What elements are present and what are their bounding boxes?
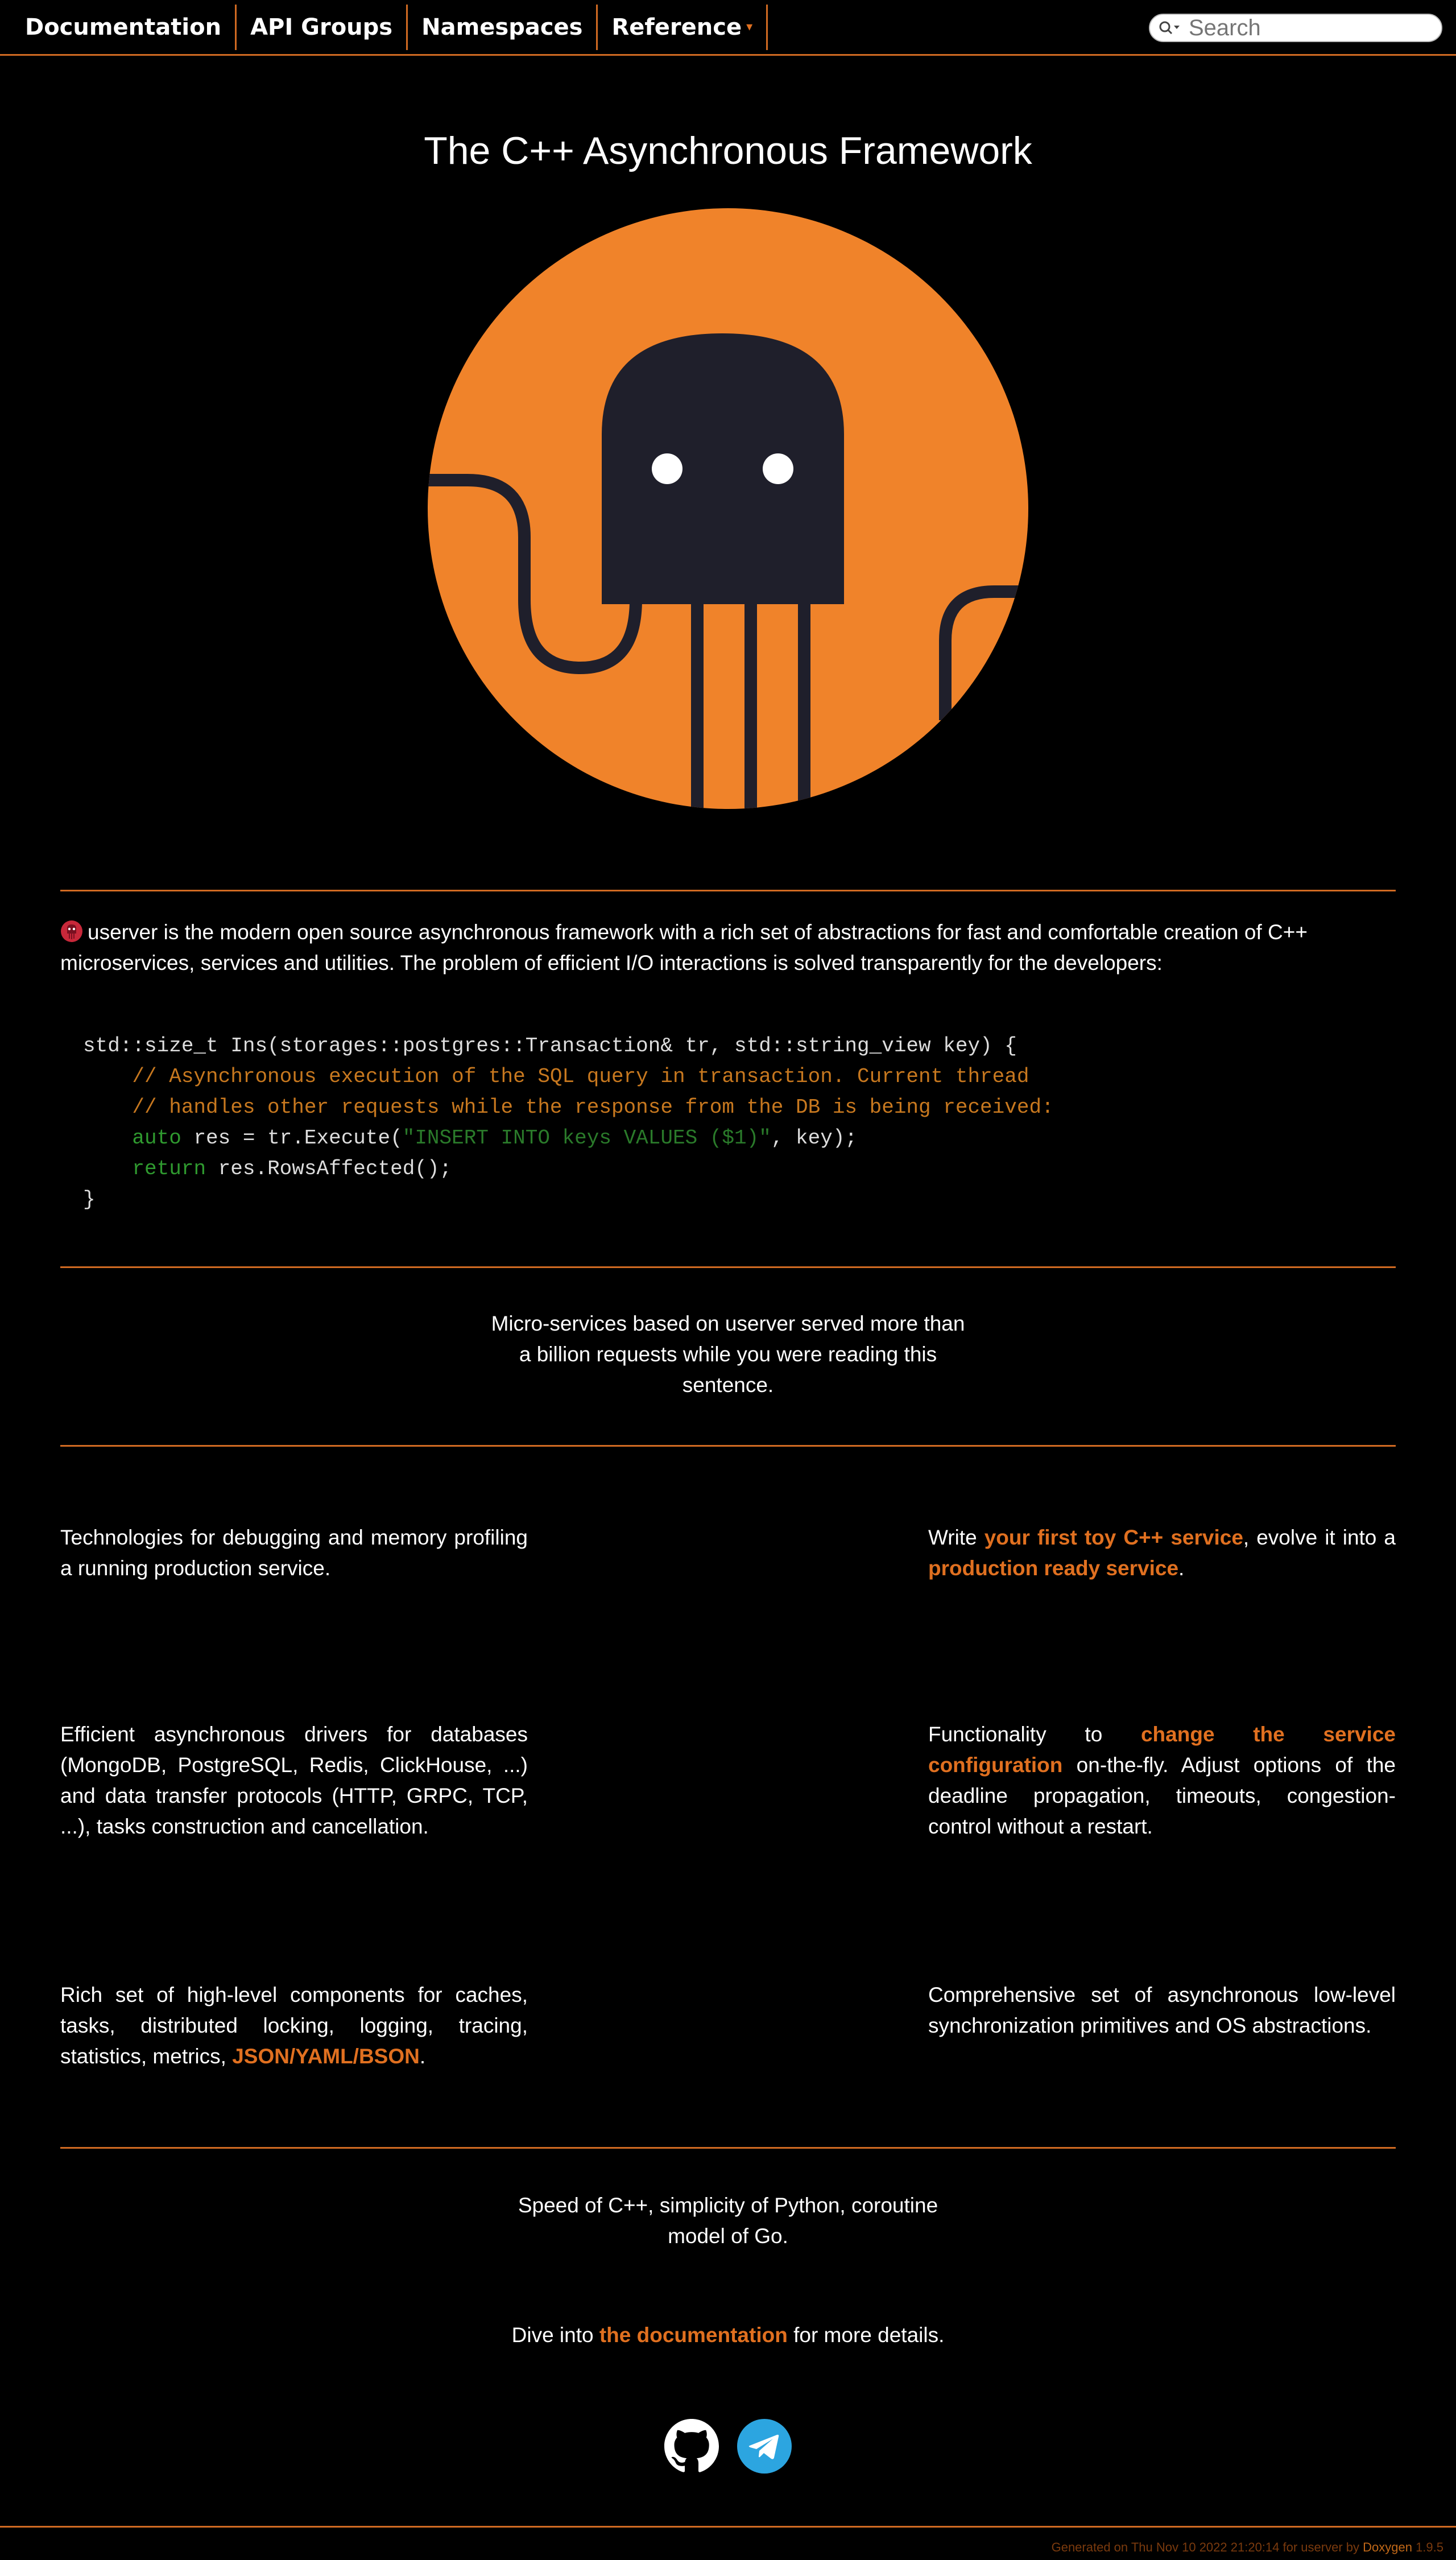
code-line: std::size_t Ins(storages::postgres::Tran… [83,1034,1017,1058]
dive-into-docs: Dive into the documentation for more det… [0,2320,1456,2351]
code-comment: // handles other requests while the resp… [83,1096,1054,1119]
footer-text: Generated on Thu Nov 10 2022 21:20:14 fo… [1052,2540,1443,2555]
code-comment: // Asynchronous execution of the SQL que… [83,1065,1029,1088]
code-keyword: auto [132,1126,181,1150]
github-link[interactable] [664,2419,719,2476]
speed-quote: Speed of C++, simplicity of Python, coro… [0,2190,1456,2252]
nav-reference[interactable]: Reference ▾ [598,4,768,50]
footer-version: 1.9.5 [1412,2540,1443,2554]
feature-components: Rich set of high-level components for ca… [60,1980,528,2072]
feature-text: , evolve it into a [1243,1526,1396,1549]
nav-namespaces[interactable]: Namespaces [408,4,598,50]
quote-line: a billion requests while you were readin… [519,1343,937,1366]
divider [60,890,1396,891]
chevron-down-icon: ▾ [746,20,753,34]
nav-api-groups[interactable]: API Groups [237,4,408,50]
feature-text: . [1178,1556,1185,1580]
json-yaml-bson-link[interactable]: JSON/YAML/BSON [232,2045,420,2068]
feature-sync-primitives: Comprehensive set of asynchronous low-le… [928,1983,1396,2037]
quote-line: Micro-services based on userver served m… [491,1312,965,1335]
code-sample: std::size_t Ins(storages::postgres::Tran… [83,1031,1054,1215]
userver-mascot-icon [61,920,82,942]
code-text: res = tr.Execute( [181,1126,403,1150]
divider [60,1266,1396,1268]
page-footer: Generated on Thu Nov 10 2022 21:20:14 fo… [0,2526,1456,2560]
quote-line: Speed of C++, simplicity of Python, coro… [518,2194,938,2217]
intro-paragraph: userver is the modern open source asynch… [60,917,1396,978]
code-text: , key); [771,1126,858,1150]
search-input[interactable] [1189,15,1428,41]
dive-text: for more details. [787,2323,945,2347]
feature-text: . [419,2045,426,2068]
footer-generated: Generated on Thu Nov 10 2022 21:20:14 fo… [1051,2540,1363,2554]
nav-reference-label: Reference [611,14,742,40]
doxygen-link[interactable]: Doxygen [1363,2540,1412,2554]
telegram-link[interactable] [737,2419,792,2476]
quote-line: sentence. [682,1373,774,1397]
documentation-link[interactable]: the documentation [599,2323,788,2347]
nav-documentation[interactable]: Documentation [0,4,237,50]
production-ready-service-link[interactable]: production ready service [928,1556,1178,1580]
page-title: The C++ Asynchronous Framework [424,129,1032,172]
search-icon[interactable] [1158,19,1181,36]
code-text: res.RowsAffected(); [206,1157,452,1180]
github-icon[interactable] [664,2419,719,2474]
divider [60,1445,1396,1447]
code-line: } [83,1188,96,1211]
divider [60,2147,1396,2149]
feature-text: Functionality to [928,1723,1141,1746]
feature-profiling: Technologies for debugging and memory pr… [60,1526,528,1580]
quote-line: model of Go. [668,2224,788,2248]
search-box[interactable] [1149,14,1442,42]
feature-drivers: Efficient asynchronous drivers for datab… [60,1723,528,1838]
code-string: "INSERT INTO keys VALUES ($1)" [402,1126,771,1150]
code-keyword: return [132,1157,206,1180]
first-toy-service-link[interactable]: your first toy C++ service [985,1526,1243,1549]
telegram-icon[interactable] [737,2419,792,2474]
intro-text: userver is the modern open source asynch… [60,920,1308,975]
feature-first-service: Write your first toy C++ service, evolve… [928,1522,1396,1584]
top-navbar: Documentation API Groups Namespaces Refe… [0,0,1456,56]
requests-quote: Micro-services based on userver served m… [0,1308,1456,1401]
feature-dynamic-config: Functionality to change the service conf… [928,1719,1396,1842]
userver-logo [428,208,1028,809]
feature-text: Write [928,1526,985,1549]
dive-text: Dive into [511,2323,599,2347]
